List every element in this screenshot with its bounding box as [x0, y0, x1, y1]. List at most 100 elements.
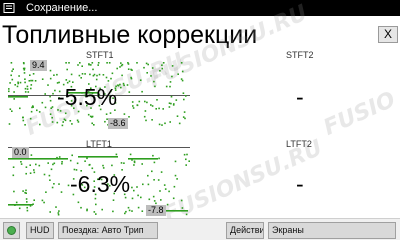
graph-dot [80, 206, 82, 209]
graph-dot [13, 91, 15, 93]
graph-dot [66, 68, 68, 71]
graph-dot [49, 95, 51, 98]
graph-dot [8, 123, 11, 125]
graph-dot [178, 122, 181, 125]
graph-dot [105, 76, 108, 79]
graph-dot [98, 73, 101, 76]
graph-dot [38, 164, 41, 167]
graph-dot [161, 124, 163, 126]
graph-dot [185, 158, 187, 161]
graph-dot [60, 191, 63, 193]
stft2-label: STFT2 [286, 50, 314, 60]
ltft1-max-value: 0.0 [12, 147, 29, 158]
graph-dot [137, 206, 140, 209]
graph-dot [52, 163, 54, 166]
graph-dot [88, 164, 91, 166]
graph-dot [24, 78, 26, 80]
graph-dot [8, 88, 10, 90]
graph-dot [144, 110, 147, 112]
graph-dot [84, 73, 86, 75]
graph-dot [150, 104, 152, 106]
graph-dot [104, 120, 106, 123]
graph-dot [25, 172, 27, 175]
graph-dot [140, 196, 142, 199]
graph-dot [145, 119, 147, 122]
graph-dot [95, 203, 97, 206]
graph-dot [173, 185, 176, 188]
graph-dot [30, 87, 32, 90]
graph-dot [59, 110, 62, 112]
graph-dot [160, 199, 162, 201]
graph-dot [155, 202, 157, 205]
graph-dot [141, 210, 144, 212]
actions-button[interactable]: Действия [226, 222, 264, 239]
graph-dot [124, 212, 126, 215]
graph-dot [155, 108, 157, 110]
stft1-value: -5.5% [57, 84, 118, 110]
graph-dot [128, 91, 131, 93]
graph-dot [24, 91, 27, 93]
graph-dot [41, 78, 44, 80]
graph-dot [102, 164, 104, 167]
graph-dot [11, 110, 13, 112]
graph-dot [164, 188, 167, 190]
status-indicator[interactable] [3, 222, 20, 239]
graph-dot [180, 199, 183, 202]
graph-dot [32, 73, 35, 75]
graph-dot [101, 208, 103, 211]
graph-dot [26, 209, 29, 212]
graph-dot [69, 120, 72, 122]
hud-button[interactable]: HUD [26, 222, 54, 239]
graph-dot [78, 74, 81, 77]
graph-dot [49, 99, 52, 102]
graph-dot [111, 72, 114, 75]
graph-dot [25, 189, 27, 192]
graph-dot [58, 183, 60, 185]
graph-dot [123, 84, 125, 87]
graph-dot [144, 100, 146, 103]
screens-button[interactable]: Экраны [268, 222, 396, 239]
graph-dot [12, 174, 15, 177]
graph-dot [87, 113, 90, 116]
graph-dot [170, 95, 173, 98]
graph-dot [183, 153, 186, 156]
graph-dot [71, 123, 73, 125]
graph-dot [170, 102, 172, 105]
graph-dot [19, 81, 22, 84]
graph-dot [88, 63, 90, 66]
graph-dot [61, 124, 64, 127]
graph-dot [146, 72, 148, 74]
graph-dot [22, 116, 24, 119]
graph-dot [79, 62, 81, 64]
stft1-min-value: -8.6 [108, 118, 128, 129]
graph-dot [89, 115, 92, 118]
graph-streak [78, 156, 118, 158]
graph-dot [20, 161, 22, 163]
graph-dot [53, 162, 56, 165]
graph-dot [12, 68, 14, 70]
close-button[interactable]: X [378, 26, 398, 43]
trip-button[interactable]: Поездка: Авто Трип [58, 222, 158, 239]
graph-dot [91, 167, 94, 170]
graph-dot [53, 74, 55, 76]
graph-dot [14, 84, 16, 86]
graph-dot [84, 160, 86, 162]
graph-dot [51, 116, 53, 119]
graph-dot [10, 74, 12, 77]
graph-dot [133, 189, 135, 192]
graph-dot [49, 211, 51, 213]
document-icon [3, 3, 15, 13]
graph-dot [52, 92, 54, 95]
graph-dot [64, 119, 67, 122]
graph-dot [81, 73, 84, 75]
graph-dot [76, 119, 79, 122]
graph-dot [126, 84, 129, 86]
graph-dot [9, 82, 11, 84]
graph-dot [89, 73, 91, 76]
graph-dot [148, 198, 151, 201]
graph-dot [151, 170, 153, 173]
graph-dot [145, 62, 148, 65]
graph-dot [176, 178, 178, 180]
graph-dot [51, 121, 54, 123]
graph-dot [53, 183, 55, 185]
